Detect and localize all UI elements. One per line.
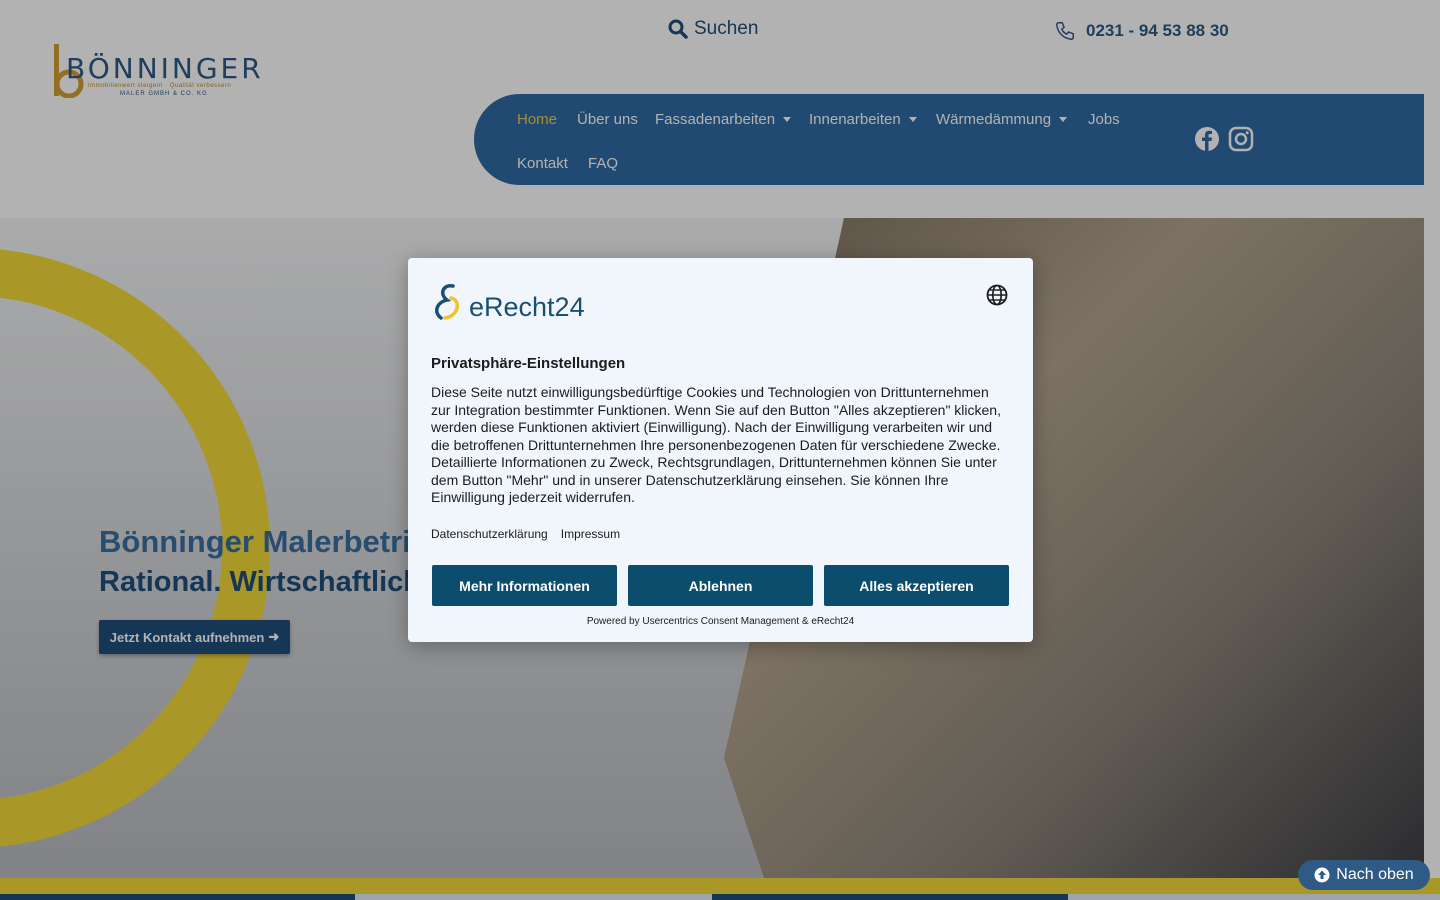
consent-title: Privatsphäre-Einstellungen xyxy=(431,355,626,372)
consent-dialog: eRecht24 Privatsphäre-Einstellungen Dies… xyxy=(408,258,1033,642)
powered-by-text: Powered by Usercentrics Consent Manageme… xyxy=(586,616,855,627)
accept-all-button[interactable]: Alles akzeptieren xyxy=(824,565,1009,606)
privacy-policy-link[interactable]: Datenschutzerklärung xyxy=(431,527,548,541)
decline-button[interactable]: Ablehnen xyxy=(628,565,813,606)
language-globe-icon[interactable] xyxy=(985,283,1009,307)
arrow-up-circle-icon xyxy=(1314,867,1330,883)
consent-links: Datenschutzerklärung Impressum xyxy=(431,527,620,541)
erecht24-logo: eRecht24 xyxy=(431,282,585,322)
brand-name: eRecht24 xyxy=(469,292,585,322)
imprint-link[interactable]: Impressum xyxy=(561,527,620,541)
consent-body: Diese Seite nutzt einwilligungsbedürftig… xyxy=(431,384,1001,505)
erecht24-mark-icon xyxy=(435,284,459,320)
back-to-top-button[interactable]: Nach oben xyxy=(1298,860,1430,890)
more-info-button[interactable]: Mehr Informationen xyxy=(432,565,617,606)
back-to-top-label: Nach oben xyxy=(1336,866,1414,883)
